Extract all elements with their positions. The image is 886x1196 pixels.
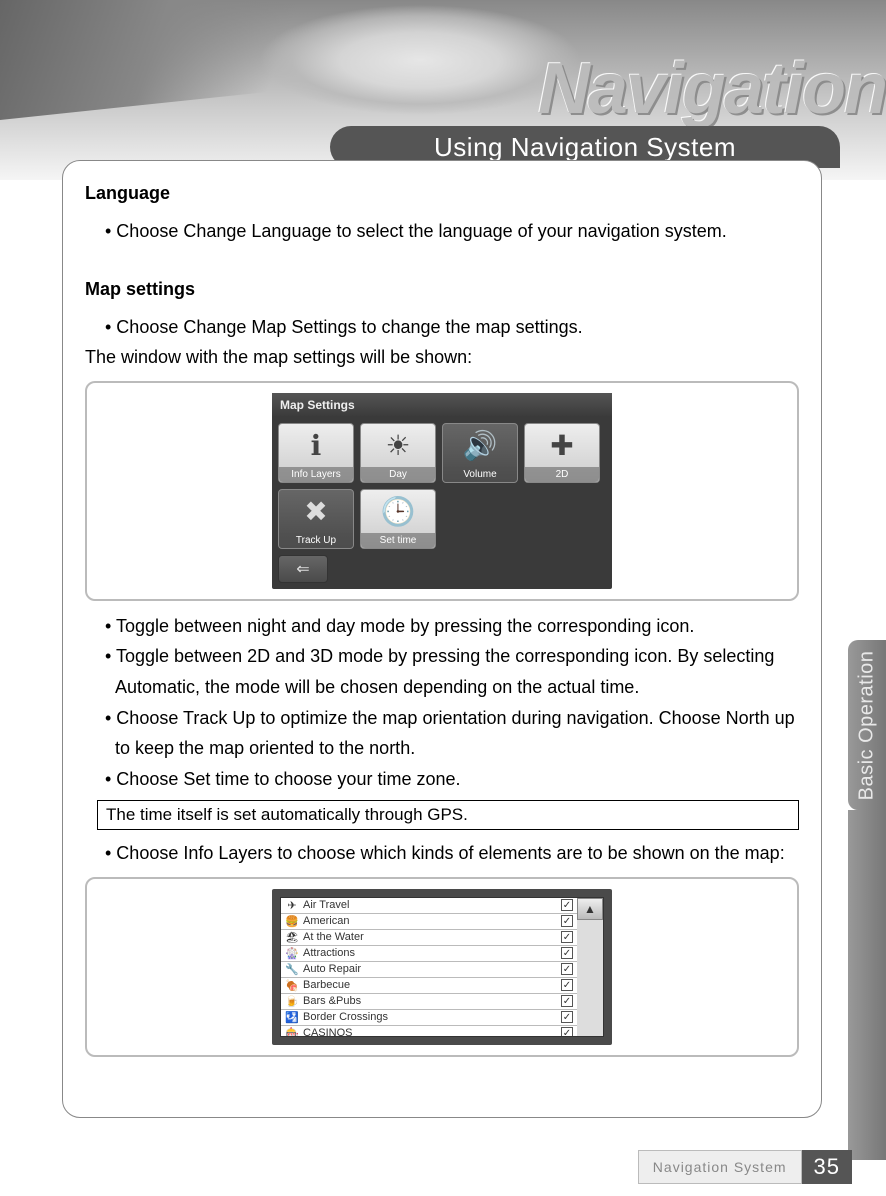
sun-icon: ☀	[385, 424, 410, 467]
info-layers-device: ✈ Air Travel ✓ 🍔 American ✓ 🏖 At the Wat…	[272, 889, 612, 1045]
layer-row[interactable]: 🍺 Bars &Pubs ✓	[281, 994, 577, 1010]
bbq-icon: 🍖	[285, 979, 299, 992]
airplane-icon: ✈	[285, 899, 299, 912]
layer-label: Border Crossings	[303, 1011, 557, 1023]
layer-checkbox[interactable]: ✓	[561, 915, 573, 927]
layer-label: Air Travel	[303, 899, 557, 911]
layer-label: Barbecue	[303, 979, 557, 991]
scroll-up-button[interactable]: ▲	[577, 898, 603, 920]
clock-icon: 🕒	[381, 490, 416, 533]
water-icon: 🏖	[285, 931, 299, 944]
ms-bullet-2d3d: • Toggle between 2D and 3D mode by press…	[105, 641, 799, 702]
ms-bullet-infolayers: • Choose Info Layers to choose which kin…	[105, 838, 799, 869]
car-graphic	[260, 5, 580, 115]
border-icon: 🛂	[285, 1011, 299, 1024]
back-button[interactable]: ⇐	[278, 555, 328, 583]
footer-section-label: Navigation System	[638, 1150, 802, 1184]
language-bullet-1: • Choose Change Language to select the l…	[105, 216, 799, 247]
heading-map-settings: Map settings	[85, 279, 799, 300]
layer-label: American	[303, 915, 557, 927]
cross-icon: ✖	[304, 490, 327, 533]
layer-row[interactable]: ✈ Air Travel ✓	[281, 898, 577, 914]
casino-icon: 🎰	[285, 1027, 299, 1037]
layer-row[interactable]: 🍔 American ✓	[281, 914, 577, 930]
tile-label: 2D	[525, 467, 599, 482]
side-tab-extension	[848, 810, 886, 1160]
map-settings-line-1: The window with the map settings will be…	[85, 342, 799, 373]
tile-set-time[interactable]: 🕒 Set time	[360, 489, 436, 549]
layer-label: Auto Repair	[303, 963, 557, 975]
layer-checkbox[interactable]: ✓	[561, 995, 573, 1007]
ms-bullet-trackup: • Choose Track Up to optimize the map or…	[105, 703, 799, 764]
food-icon: 🍔	[285, 915, 299, 928]
tile-2d[interactable]: ✚ 2D	[524, 423, 600, 483]
tile-info-layers[interactable]: ℹ Info Layers	[278, 423, 354, 483]
layer-checkbox[interactable]: ✓	[561, 931, 573, 943]
info-icon: ℹ	[311, 424, 322, 467]
info-layers-screenshot-frame: ✈ Air Travel ✓ 🍔 American ✓ 🏖 At the Wat…	[85, 877, 799, 1057]
layer-checkbox[interactable]: ✓	[561, 899, 573, 911]
tile-label: Volume	[443, 467, 517, 482]
info-layers-list: ✈ Air Travel ✓ 🍔 American ✓ 🏖 At the Wat…	[280, 897, 604, 1037]
tile-track-up[interactable]: ✖ Track Up	[278, 489, 354, 549]
footer-page-number: 35	[802, 1150, 852, 1184]
plus-icon: ✚	[550, 424, 573, 467]
layer-label: Attractions	[303, 947, 557, 959]
layer-label: At the Water	[303, 931, 557, 943]
map-settings-screenshot-frame: Map Settings ℹ Info Layers ☀ Day 🔊 Volum…	[85, 381, 799, 601]
heading-language: Language	[85, 183, 799, 204]
tile-label: Track Up	[279, 533, 353, 548]
map-settings-bullet-1: • Choose Change Map Settings to change t…	[105, 312, 799, 343]
layer-row[interactable]: 🎡 Attractions ✓	[281, 946, 577, 962]
layer-checkbox[interactable]: ✓	[561, 963, 573, 975]
side-tab-basic-operation: Basic Operation	[848, 640, 886, 810]
back-arrow-icon: ⇐	[296, 559, 309, 579]
layer-row[interactable]: 🏖 At the Water ✓	[281, 930, 577, 946]
layer-scrollbar[interactable]: ▲	[577, 898, 603, 1036]
layer-row[interactable]: 🍖 Barbecue ✓	[281, 978, 577, 994]
device-titlebar: Map Settings	[272, 393, 612, 417]
speaker-icon: 🔊	[463, 424, 498, 467]
layer-checkbox[interactable]: ✓	[561, 1011, 573, 1023]
tile-label: Day	[361, 467, 435, 482]
tile-label: Set time	[361, 533, 435, 548]
layer-row[interactable]: 🎰 CASINOS ✓	[281, 1026, 577, 1037]
brand-word: Navigation	[538, 48, 886, 130]
ms-bullet-settime: • Choose Set time to choose your time zo…	[105, 764, 799, 795]
layer-checkbox[interactable]: ✓	[561, 947, 573, 959]
content-panel: Language • Choose Change Language to sel…	[62, 160, 822, 1118]
layer-checkbox[interactable]: ✓	[561, 1027, 573, 1037]
tile-volume[interactable]: 🔊 Volume	[442, 423, 518, 483]
side-tab-label: Basic Operation	[856, 650, 879, 800]
layer-row[interactable]: 🛂 Border Crossings ✓	[281, 1010, 577, 1026]
map-settings-device: Map Settings ℹ Info Layers ☀ Day 🔊 Volum…	[272, 393, 612, 589]
ms-bullet-daynight: • Toggle between night and day mode by p…	[105, 611, 799, 642]
layer-checkbox[interactable]: ✓	[561, 979, 573, 991]
tile-day[interactable]: ☀ Day	[360, 423, 436, 483]
layer-label: Bars &Pubs	[303, 995, 557, 1007]
wrench-icon: 🔧	[285, 963, 299, 976]
attraction-icon: 🎡	[285, 947, 299, 960]
gps-note-box: The time itself is set automatically thr…	[97, 800, 799, 830]
layer-label: CASINOS	[303, 1027, 557, 1037]
layer-row[interactable]: 🔧 Auto Repair ✓	[281, 962, 577, 978]
tile-label: Info Layers	[279, 467, 353, 482]
beer-icon: 🍺	[285, 995, 299, 1008]
page-footer: Navigation System 35	[638, 1150, 852, 1184]
